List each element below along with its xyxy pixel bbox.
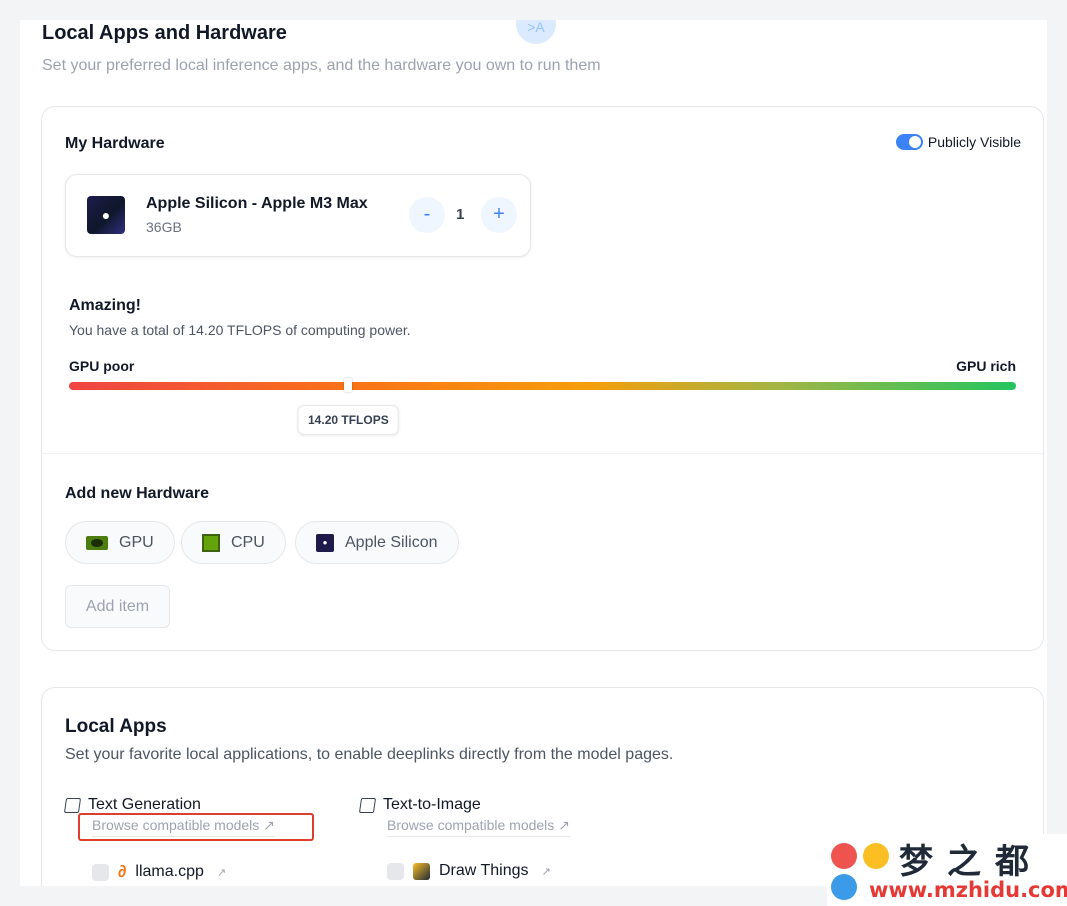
hardware-card: My Hardware Publicly Visible ● Apple Sil… [41,106,1044,651]
visibility-toggle[interactable] [895,134,923,150]
add-gpu-label: GPU [119,533,154,551]
watermark-url: www.mzhidu.com [869,878,1067,902]
add-hardware-title: Add new Hardware [65,485,210,502]
power-scale-marker [344,378,353,392]
divider [42,453,1043,454]
category-text-to-image: Text-to-Image [358,796,481,814]
add-apple-silicon-button[interactable]: ● Apple Silicon [295,521,459,564]
increment-button[interactable]: + [481,197,517,233]
app-name: Draw Things [439,862,529,879]
scale-max-label: GPU rich [956,358,1016,374]
edit-icon [358,797,377,813]
tflops-badge: 14.20 TFLOPS [298,405,399,435]
watermark-face-icon [831,843,857,869]
hardware-name: Apple Silicon - Apple M3 Max [146,195,368,212]
cpu-chip-icon [202,533,220,552]
add-item-button[interactable]: Add item [65,585,170,628]
app-item-draw-things[interactable]: Draw Things ↗ [387,862,551,880]
local-apps-title: Local Apps [65,716,167,737]
highlight-box [78,813,314,841]
app-checkbox[interactable] [387,862,404,880]
add-cpu-button[interactable]: CPU [181,521,286,564]
category-text-generation: Text Generation [63,796,201,814]
page-subtitle: Set your preferred local inference apps,… [42,57,601,74]
category-label: Text Generation [88,796,201,813]
power-scale-bar [69,382,1016,390]
power-rating: Amazing! [69,297,141,314]
quantity-value: 1 [456,206,465,223]
category-label: Text-to-Image [383,796,481,813]
local-apps-subtitle: Set your favorite local applications, to… [65,746,674,763]
draw-things-icon [413,862,430,880]
watermark-face-icon [863,843,889,869]
visibility-label: Publicly Visible [927,134,1021,150]
my-hardware-title: My Hardware [65,135,165,152]
watermark-face-icon [831,874,857,900]
add-apple-silicon-label: Apple Silicon [345,533,438,551]
app-checkbox[interactable] [92,863,109,881]
watermark-brand: 梦之都 [899,842,1043,882]
visibility-toggle-group[interactable]: Publicly Visible [895,134,1021,150]
external-link-icon[interactable]: ↗ [217,866,226,879]
settings-panel: >A Local Apps and Hardware Set your pref… [20,20,1047,886]
apple-logo-icon: ● [87,196,125,234]
decrement-button[interactable]: - [409,197,445,233]
add-gpu-button[interactable]: GPU [65,521,175,564]
app-name: llama.cpp [135,863,204,880]
add-cpu-label: CPU [231,533,265,551]
page-title: Local Apps and Hardware [42,22,287,44]
apple-chip-icon: ● [316,533,334,552]
llama-icon: ∂ [118,862,127,881]
app-item-llama-cpp[interactable]: ∂ llama.cpp ↗ [92,862,226,882]
hardware-memory: 36GB [146,219,182,235]
power-summary: You have a total of 14.20 TFLOPS of comp… [69,322,411,338]
edit-icon [63,797,82,813]
hardware-item: ● Apple Silicon - Apple M3 Max 36GB - 1 … [65,174,531,257]
avatar[interactable]: >A [516,20,556,44]
watermark: 梦之都 www.mzhidu.com [827,834,1067,906]
browse-compatible-models-link[interactable]: Browse compatible models ↗ [387,817,570,837]
external-link-icon[interactable]: ↗ [542,865,551,878]
scale-min-label: GPU poor [69,358,135,374]
gpu-card-icon [86,535,108,550]
